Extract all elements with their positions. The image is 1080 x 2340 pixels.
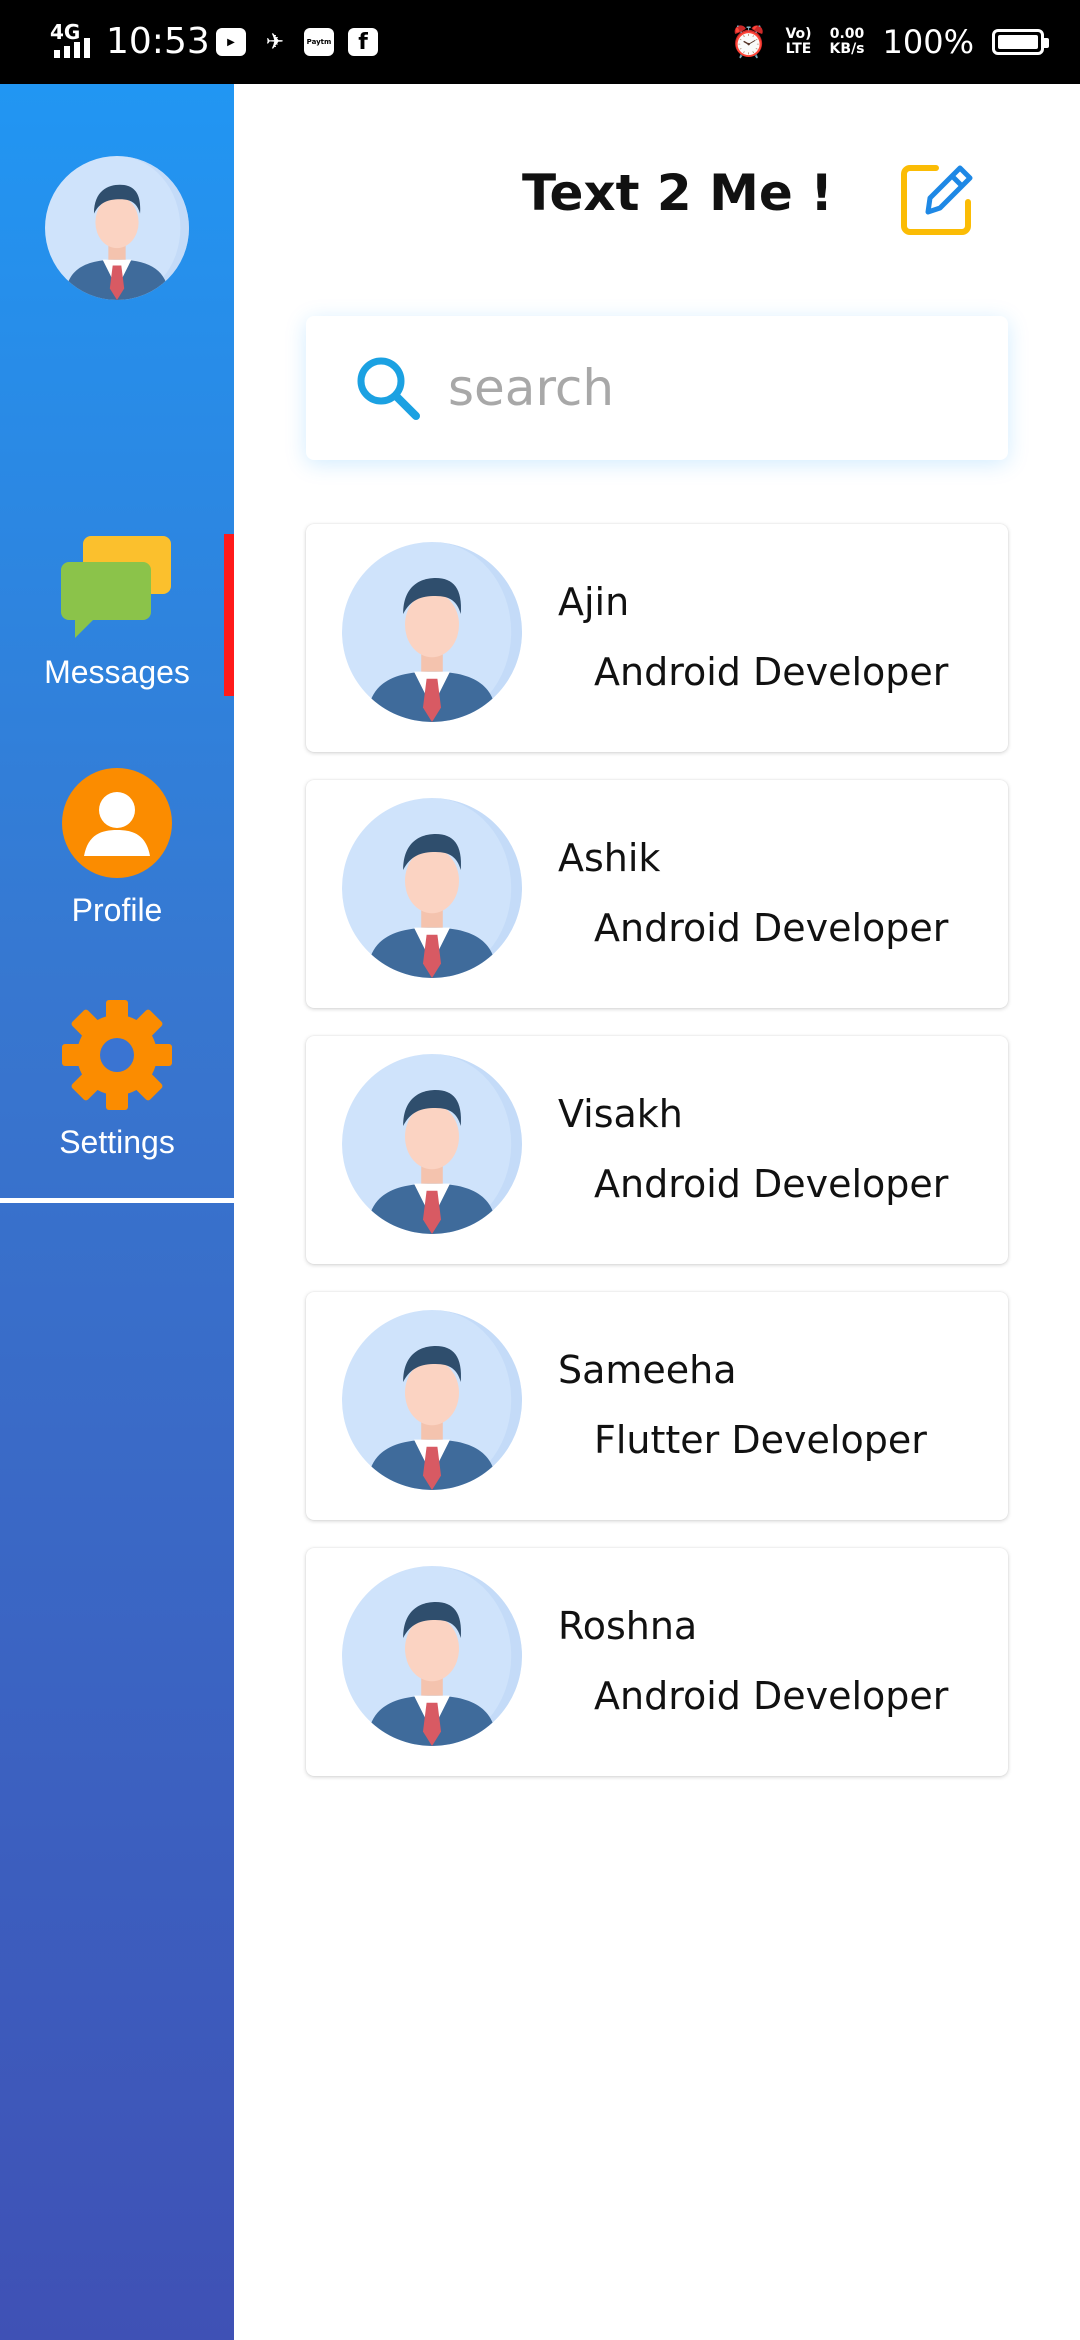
avatar [342,1310,522,1490]
list-item[interactable]: Visakh Android Developer [306,1036,1008,1264]
user-circle-icon [62,768,172,878]
sidebar: Messages Profile Settings [0,84,234,2340]
list-item[interactable]: Sameeha Flutter Developer [306,1292,1008,1520]
paytm-icon: Paytm [304,28,334,56]
contact-role: Flutter Developer [594,1418,927,1462]
gear-icon [62,1000,172,1110]
battery-icon [992,29,1049,55]
list-item[interactable]: Ajin Android Developer [306,524,1008,752]
contact-name: Visakh [558,1092,683,1136]
clock: 10:53 [106,21,210,62]
contact-list: Ajin Android Developer Ashik Android Dev… [306,524,1008,1804]
edit-icon[interactable] [898,160,976,238]
sidebar-item-profile[interactable]: Profile [0,768,234,929]
contact-name: Ashik [558,836,661,880]
sidebar-item-label: Profile [71,892,163,928]
contact-role: Android Developer [594,1162,949,1206]
network-speed: 0.00 KB/s [829,26,865,57]
facebook-icon: f [348,28,378,56]
signal-icon [54,38,90,58]
sidebar-divider [0,1198,234,1203]
sidebar-item-label: Settings [59,1124,175,1160]
bike-app-icon: ✈ [265,29,285,55]
avatar [342,542,522,722]
avatar [342,798,522,978]
alarm-icon: ⏰ [730,24,768,60]
list-item[interactable]: Ashik Android Developer [306,780,1008,1008]
active-indicator [224,534,234,696]
contact-role: Android Developer [594,906,949,950]
contact-name: Sameeha [558,1348,737,1392]
contact-name: Roshna [558,1604,698,1648]
avatar [342,1566,522,1746]
sidebar-item-settings[interactable]: Settings [0,1000,234,1161]
status-bar: 4G 10:53 ▶ ✈ Paytm f ⏰ Vo) LTE 0.00 KB/s… [0,0,1080,84]
chat-bubbles-icon [61,536,171,638]
sidebar-item-messages[interactable]: Messages [0,536,234,691]
contact-role: Android Developer [594,1674,949,1718]
battery-percent: 100% [882,23,974,61]
avatar [342,1054,522,1234]
search-input[interactable] [448,352,968,424]
search-bar[interactable] [306,316,1008,460]
contact-role: Android Developer [594,650,949,694]
sidebar-item-label: Messages [44,654,190,690]
volte-indicator: Vo) LTE [785,26,812,57]
contact-name: Ajin [558,580,630,624]
search-icon [357,357,420,420]
avatar[interactable] [45,156,189,300]
page-title: Text 2 Me ! [522,164,834,222]
youtube-icon: ▶ [216,28,246,56]
list-item[interactable]: Roshna Android Developer [306,1548,1008,1776]
notification-icons: ▶ ✈ Paytm f [216,26,378,58]
